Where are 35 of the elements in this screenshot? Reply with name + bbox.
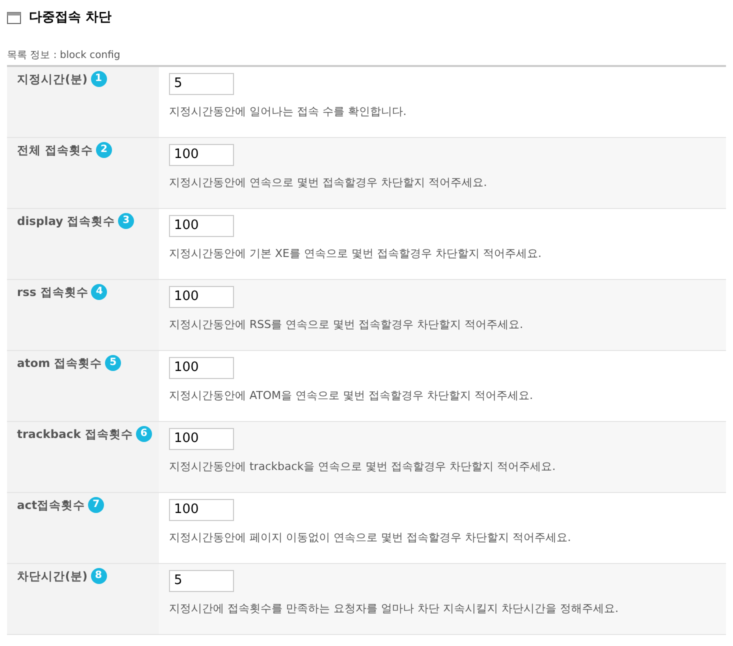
field-label: rss 접속횟수 [17, 284, 88, 300]
field-label: 전체 접속횟수 [17, 142, 94, 158]
input-field[interactable]: 100 [169, 428, 234, 450]
field-description: 지정시간동안에 페이지 이동없이 연속으로 몇번 접속할경우 차단할지 적어주세요. [169, 530, 572, 546]
input-field[interactable]: 100 [169, 356, 234, 378]
field-description: 지정시간동안에 ATOM을 연속으로 몇번 접속할경우 차단할지 적어주세요. [169, 388, 534, 404]
field-label: 지정시간(분) [17, 70, 88, 88]
number-badge: 1 [90, 70, 107, 86]
window-icon [7, 12, 21, 24]
input-field[interactable]: 5 [169, 72, 234, 94]
field-label: display 접속횟수 [17, 212, 116, 230]
number-badge: 3 [118, 212, 134, 228]
field-description: 지정시간동안에 기본 XE를 연속으로 몇번 접속할경우 차단할지 적어주세요. [169, 246, 542, 262]
input-field[interactable]: 100 [169, 498, 234, 520]
number-badge: 7 [88, 496, 104, 512]
caption: 목록 정보 : block config [7, 48, 122, 62]
number-badge: 4 [91, 284, 108, 300]
number-badge: 5 [105, 354, 122, 370]
field-label: atom 접속횟수 [17, 354, 102, 372]
field-description: 지정시간에 접속횟수를 만족하는 요청자를 얼마나 차단 지속시킬지 차단시간을 정해주세요. [169, 600, 620, 616]
field-label: act접속횟수 [17, 496, 86, 514]
field-description: 지정시간동안에 RSS를 연속으로 몇번 접속할경우 차단할지 적어주세요. [169, 316, 524, 332]
number-badge: 2 [96, 142, 112, 158]
field-description: 지정시간동안에 일어나는 접속 수를 확인합니다. [169, 104, 408, 120]
field-description: 지정시간동안에 trackback을 연속으로 몇번 접속할경우 차단할지 적어주세요. [169, 458, 557, 474]
field-label: 차단시간(분) [17, 568, 88, 584]
number-badge: 8 [90, 568, 107, 584]
section-title: 다중접속 차단 [29, 9, 112, 27]
input-field[interactable]: 5 [169, 570, 234, 592]
input-field[interactable]: 100 [169, 286, 234, 308]
input-field[interactable]: 100 [169, 214, 234, 236]
number-badge: 6 [136, 426, 152, 442]
field-label: trackback 접속횟수 [17, 426, 133, 442]
input-field[interactable]: 100 [169, 144, 234, 166]
field-description: 지정시간동안에 연속으로 몇번 접속할경우 차단할지 적어주세요. [169, 174, 488, 190]
